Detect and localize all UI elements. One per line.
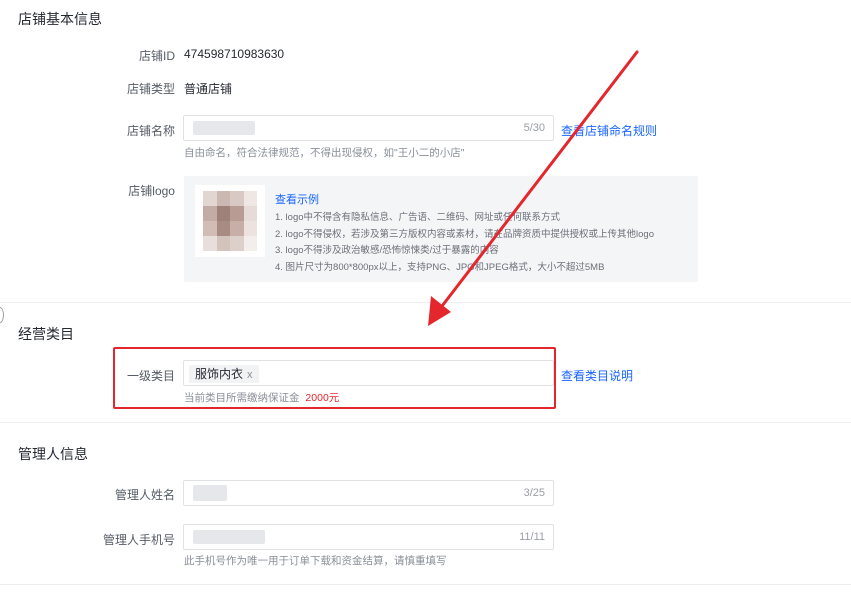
shop-id-label: 店铺ID [138,49,175,63]
manager-phone-input[interactable]: 11/11 [183,524,554,550]
section-title-manager: 管理人信息 [18,446,88,462]
section-divider [0,422,851,423]
manager-name-input[interactable]: 3/25 [183,480,554,506]
logo-requirement-item: 1. logo中不得含有隐私信息、广告语、二维码、网址或任何联系方式 [275,212,561,223]
shop-logo-label: 店铺logo [128,184,175,198]
shop-type-label: 店铺类型 [126,82,175,96]
section-divider [0,302,851,303]
side-handle [0,307,4,323]
section-divider [0,584,851,585]
blurred-logo-image [203,191,257,251]
manager-name-counter: 3/25 [523,487,545,499]
shop-info-panel: 店铺基本信息 店铺ID 474598710983630 店铺类型 普通店铺 店铺… [0,0,851,598]
shop-type-value: 普通店铺 [184,82,233,96]
shop-name-label: 店铺名称 [126,124,175,138]
redacted-value [193,121,255,135]
logo-example-link[interactable]: 查看示例 [275,191,319,207]
manager-phone-counter: 11/11 [519,531,545,543]
logo-requirement-item: 3. logo不得涉及政治敏感/恐怖惊悚类/过于暴露的内容 [275,245,499,256]
annotation-highlight-box [113,347,556,409]
section-title-category: 经营类目 [18,326,74,342]
shop-name-counter: 5/30 [523,122,545,134]
shop-name-input[interactable]: 5/30 [183,115,554,141]
manager-phone-hint: 此手机号作为唯一用于订单下载和资金结算，请慎重填写 [184,555,447,567]
logo-requirements-list: 1. logo中不得含有隐私信息、广告语、二维码、网址或任何联系方式 2. lo… [275,210,654,276]
shop-name-rule-link[interactable]: 查看店铺命名规则 [561,122,657,139]
logo-requirement-item: 4. 图片尺寸为800*800px以上，支持PNG、JPG和JPEG格式，大小不… [275,261,605,273]
redacted-value [193,530,265,544]
manager-name-label: 管理人姓名 [114,488,175,502]
section-title-basic: 店铺基本信息 [18,11,102,27]
shop-id-value: 474598710983630 [184,47,285,61]
shop-logo-thumbnail[interactable] [195,185,265,257]
shop-name-hint: 自由命名，符合法律规范，不得出现侵权，如"王小二的小店" [184,147,465,159]
manager-phone-label: 管理人手机号 [102,533,175,547]
redacted-value [193,485,227,501]
shop-logo-upload-area: 查看示例 1. logo中不得含有隐私信息、广告语、二维码、网址或任何联系方式 … [184,176,698,282]
logo-requirement-item: 2. logo不得侵权，若涉及第三方版权内容或素材，请在品牌资质中提供授权或上传… [275,228,654,240]
category-info-link[interactable]: 查看类目说明 [561,367,633,384]
